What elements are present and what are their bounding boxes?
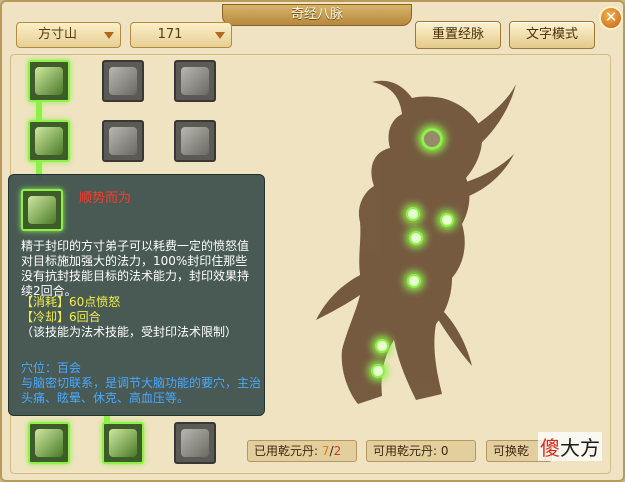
skill-glyph-icon <box>35 67 63 95</box>
skill-glyph-icon <box>181 429 209 457</box>
used-qianyuan-value-b: 2 <box>333 444 342 458</box>
reset-meridian-button[interactable]: 重置经脉 <box>415 21 501 49</box>
skill-glyph-icon <box>181 67 209 95</box>
available-qianyuan-value: 0 <box>440 444 449 458</box>
site-watermark: 傻大方 <box>538 432 602 461</box>
skill-glyph-icon <box>109 429 137 457</box>
acupoint[interactable] <box>407 274 421 288</box>
watermark-black: 大方 <box>560 436 600 460</box>
watermark-red: 傻 <box>540 436 560 460</box>
skill-cooldown: 【冷却】6回合 <box>21 310 101 324</box>
skill-tooltip-icon <box>21 189 63 231</box>
skill-node[interactable] <box>174 60 216 102</box>
used-qianyuan-value-a: 7 <box>321 444 330 458</box>
used-qianyuan-stat: 已用乾元丹: 7/2 <box>247 440 357 462</box>
acupoint[interactable] <box>406 207 420 221</box>
exchange-qianyuan-label: 可换乾 <box>493 444 530 458</box>
skill-note: （该技能为法术技能，受封印法术限制） <box>21 325 238 339</box>
skill-name: 顺势而为 <box>79 191 132 206</box>
skill-node[interactable] <box>102 60 144 102</box>
chevron-down-icon <box>215 32 225 39</box>
school-dropdown-label: 方寸山 <box>37 27 77 42</box>
available-qianyuan-label: 可用乾元丹: <box>373 444 438 458</box>
skill-glyph-icon <box>109 67 137 95</box>
text-mode-button[interactable]: 文字模式 <box>509 21 595 49</box>
skill-node[interactable] <box>102 120 144 162</box>
skill-node[interactable] <box>102 422 144 464</box>
skill-description: 精于封印的方寸弟子可以耗费一定的愤怒值对目标施加强大的法力，100%封印住那些没… <box>21 239 250 298</box>
level-dropdown-label: 171 <box>157 27 183 42</box>
skill-node[interactable] <box>174 422 216 464</box>
acupoint[interactable] <box>409 231 423 245</box>
level-dropdown[interactable]: 171 <box>130 22 232 48</box>
skill-glyph-icon <box>181 127 209 155</box>
skill-glyph-icon <box>35 429 63 457</box>
acupoint[interactable] <box>371 364 385 378</box>
acupoint[interactable] <box>440 213 454 227</box>
skill-node[interactable] <box>28 60 70 102</box>
window-title: 奇经八脉 <box>222 4 412 26</box>
skill-node[interactable] <box>28 120 70 162</box>
acupoint[interactable] <box>375 339 389 353</box>
skill-node[interactable] <box>28 422 70 464</box>
close-icon[interactable]: ✕ <box>599 6 623 30</box>
chevron-down-icon <box>104 32 114 39</box>
school-dropdown[interactable]: 方寸山 <box>16 22 121 48</box>
skill-cost: 【消耗】60点愤怒 <box>21 295 121 309</box>
skill-glyph-icon <box>35 127 63 155</box>
skill-glyph-icon <box>109 127 137 155</box>
skill-glyph-icon <box>28 196 56 224</box>
used-qianyuan-label: 已用乾元丹: <box>254 444 319 458</box>
skill-node[interactable] <box>174 120 216 162</box>
acupoint-description: 与脑密切联系，是调节大脑功能的要穴，主治头痛、眩晕、休克、高血压等。 <box>21 376 262 405</box>
acupoint-label: 穴位：百会 <box>21 361 82 375</box>
meridian-window: 奇经八脉 ✕ 方寸山 171 重置经脉 文字模式 顺势而为 精于封印的方寸弟子可… <box>0 0 625 482</box>
available-qianyuan-stat: 可用乾元丹: 0 <box>366 440 476 462</box>
acupoint-baihui[interactable] <box>421 128 443 150</box>
skill-tooltip: 顺势而为 精于封印的方寸弟子可以耗费一定的愤怒值对目标施加强大的法力，100%封… <box>8 174 265 416</box>
